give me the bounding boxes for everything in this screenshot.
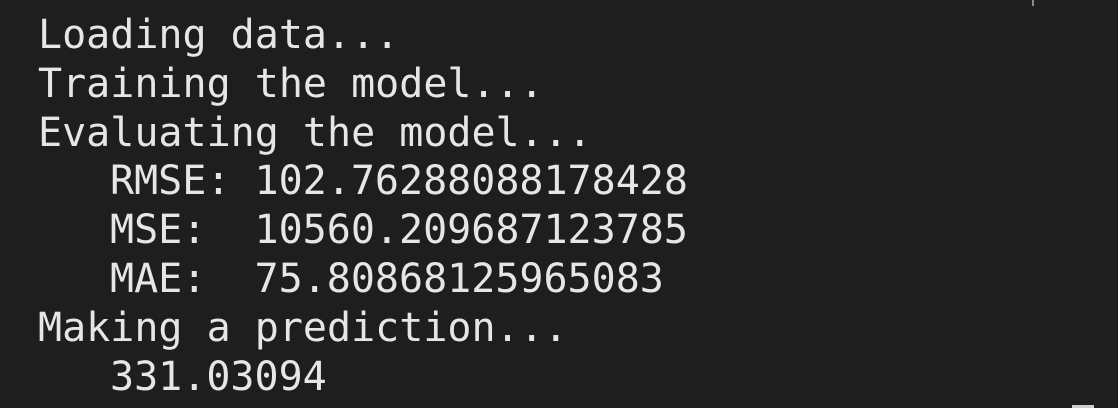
prediction-value: 331.03094 [110,353,327,400]
log-line-loading: Loading data... [38,12,400,58]
window-edge-mark [1032,0,1034,6]
log-line-training: Training the model... [38,60,544,107]
metric-mae: MAE: 75.80868125965083 [110,255,664,302]
log-line-evaluating: Evaluating the model... [38,109,592,156]
metric-mse: MSE: 10560.209687123785 [110,207,688,254]
terminal-output: Loading data... Training the model... Ev… [0,0,1118,408]
log-line-predicting: Making a prediction... [38,304,568,351]
metric-rmse: RMSE: 102.76288088178428 [110,158,688,205]
